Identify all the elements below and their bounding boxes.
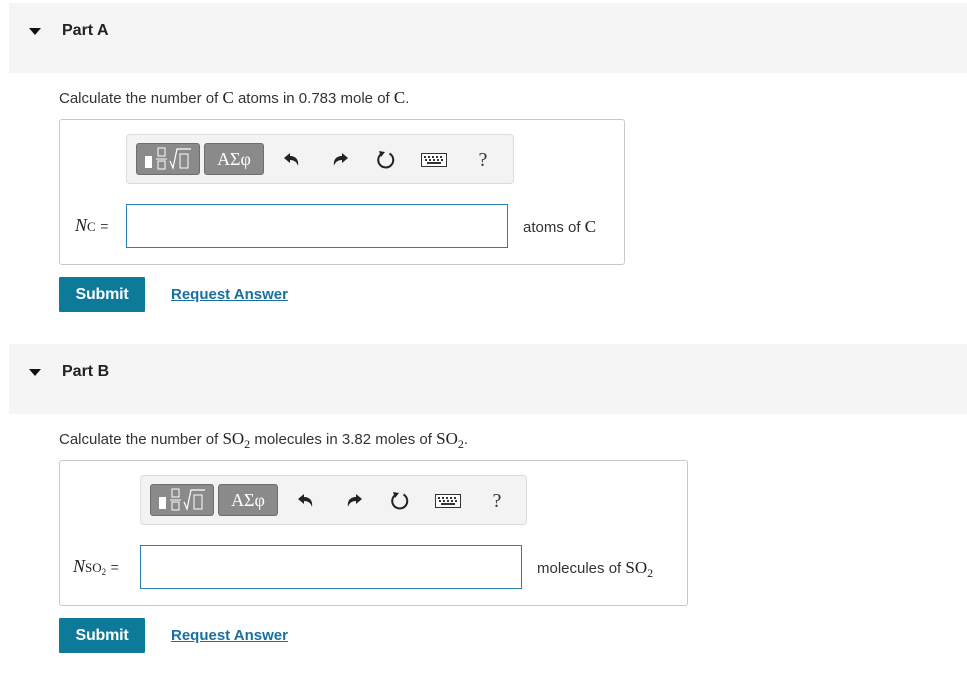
reset-button[interactable] <box>373 147 399 173</box>
math-toolbar: ΑΣφ ? <box>140 475 527 525</box>
undo-icon <box>298 494 313 507</box>
part-a-answer-box: ΑΣφ ? NC = atoms of C <box>59 119 625 265</box>
greek-symbols-button[interactable]: ΑΣφ <box>204 143 264 175</box>
keyboard-button[interactable] <box>419 147 449 173</box>
undo-button[interactable] <box>279 147 305 173</box>
variable-label: NSO2 = <box>73 556 119 577</box>
help-button[interactable]: ? <box>484 488 510 514</box>
reset-button[interactable] <box>387 488 413 514</box>
help-icon: ? <box>492 489 502 512</box>
templates-button[interactable] <box>136 143 200 175</box>
help-icon: ? <box>478 148 488 171</box>
caret-down-icon[interactable] <box>29 28 41 35</box>
templates-icon <box>145 147 191 170</box>
redo-button[interactable] <box>327 147 353 173</box>
answer-input[interactable] <box>140 545 522 589</box>
greek-symbols-icon: ΑΣφ <box>217 148 251 169</box>
submit-button[interactable]: Submit <box>59 618 145 653</box>
reset-icon <box>391 492 409 510</box>
part-b-title: Part B <box>62 363 110 380</box>
caret-down-icon[interactable] <box>29 369 41 376</box>
reset-icon <box>377 151 395 169</box>
part-a-question: Calculate the number of C atoms in 0.783… <box>59 88 410 107</box>
request-answer-link[interactable]: Request Answer <box>171 627 288 644</box>
variable-label: NC = <box>75 215 109 235</box>
submit-button[interactable]: Submit <box>59 277 145 312</box>
part-b-answer-box: ΑΣφ ? NSO2 = molecules of SO2 <box>59 460 688 606</box>
redo-icon <box>333 153 348 166</box>
keyboard-icon <box>421 153 447 167</box>
greek-symbols-icon: ΑΣφ <box>231 489 265 510</box>
keyboard-icon <box>435 494 461 508</box>
templates-button[interactable] <box>150 484 214 516</box>
unit-label: atoms of C <box>523 217 597 236</box>
answer-input[interactable] <box>126 204 508 248</box>
undo-icon <box>284 153 299 166</box>
templates-icon <box>159 488 205 511</box>
math-toolbar: ΑΣφ ? <box>126 134 514 184</box>
request-answer-link[interactable]: Request Answer <box>171 286 288 303</box>
part-a-title: Part A <box>62 22 109 39</box>
undo-button[interactable] <box>293 488 319 514</box>
redo-icon <box>347 494 362 507</box>
help-button[interactable]: ? <box>470 147 496 173</box>
part-b-header[interactable] <box>9 344 967 414</box>
keyboard-button[interactable] <box>433 488 463 514</box>
part-b-question: Calculate the number of SO2 molecules in… <box>59 429 469 451</box>
redo-button[interactable] <box>341 488 367 514</box>
part-a-header[interactable] <box>9 3 967 73</box>
greek-symbols-button[interactable]: ΑΣφ <box>218 484 278 516</box>
unit-label: molecules of SO2 <box>537 558 654 580</box>
